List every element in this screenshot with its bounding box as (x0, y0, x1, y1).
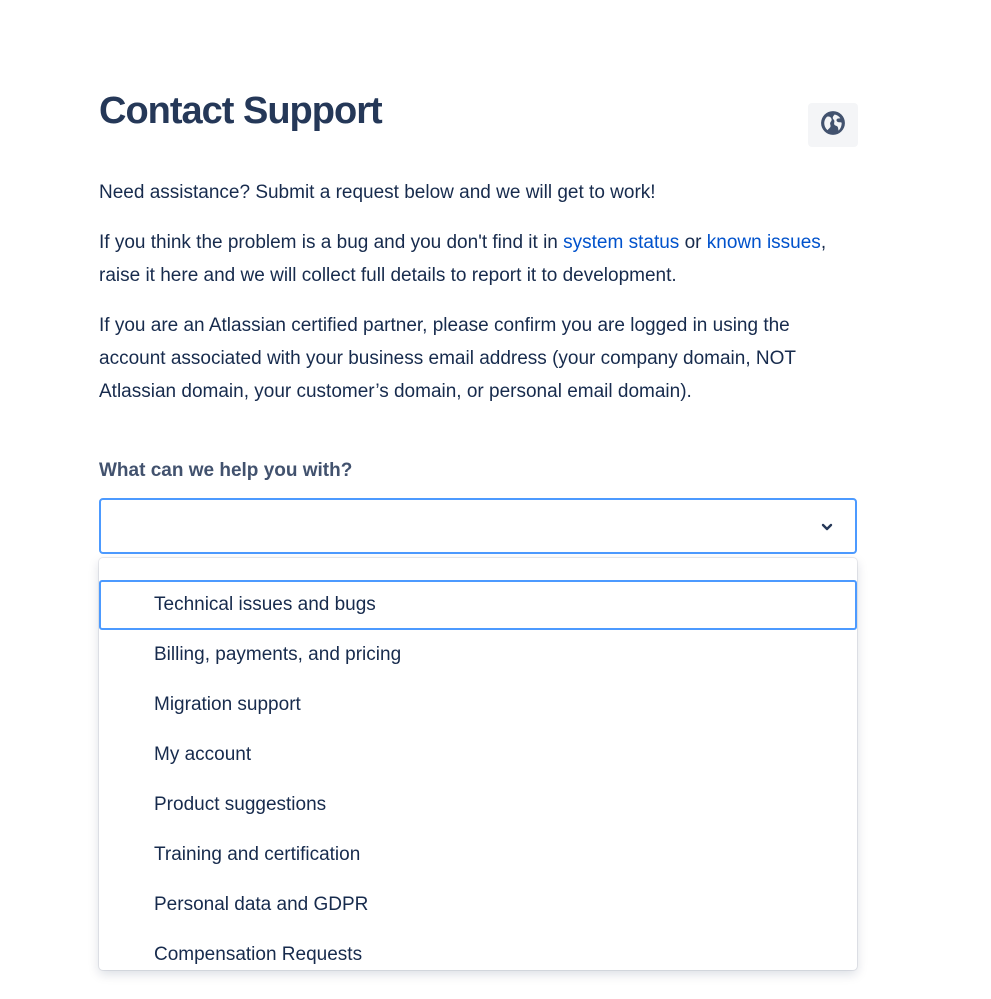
request-type-label: What can we help you with? (99, 460, 353, 481)
intro-text: Need assistance? Submit a request below … (99, 176, 839, 425)
option-my-account[interactable]: My account (99, 730, 857, 780)
intro-paragraph-2: If you think the problem is a bug and yo… (99, 226, 839, 292)
option-billing[interactable]: Billing, payments, and pricing (99, 630, 857, 680)
known-issues-link[interactable]: known issues (707, 232, 821, 253)
option-technical-issues[interactable]: Technical issues and bugs (99, 580, 857, 630)
globe-icon (820, 110, 846, 141)
option-migration-support[interactable]: Migration support (99, 680, 857, 730)
intro-paragraph-3: If you are an Atlassian certified partne… (99, 315, 796, 402)
language-button[interactable] (808, 103, 858, 147)
option-product-suggestions[interactable]: Product suggestions (99, 780, 857, 830)
chevron-down-icon[interactable] (817, 517, 837, 537)
request-type-select[interactable] (99, 498, 857, 554)
request-type-menu: Technical issues and bugs Billing, payme… (99, 558, 857, 970)
intro-paragraph-2-text-start: If you think the problem is a bug and yo… (99, 232, 564, 253)
intro-paragraph-2-text-middle: or (679, 232, 707, 253)
page-title: Contact Support (99, 90, 383, 132)
option-training-certification[interactable]: Training and certification (99, 830, 857, 880)
option-compensation-requests[interactable]: Compensation Requests (99, 930, 857, 970)
system-status-link[interactable]: system status (563, 232, 679, 253)
option-personal-data-gdpr[interactable]: Personal data and GDPR (99, 880, 857, 930)
intro-paragraph-1: Need assistance? Submit a request below … (99, 182, 656, 203)
request-type-options: Technical issues and bugs Billing, payme… (99, 580, 857, 970)
